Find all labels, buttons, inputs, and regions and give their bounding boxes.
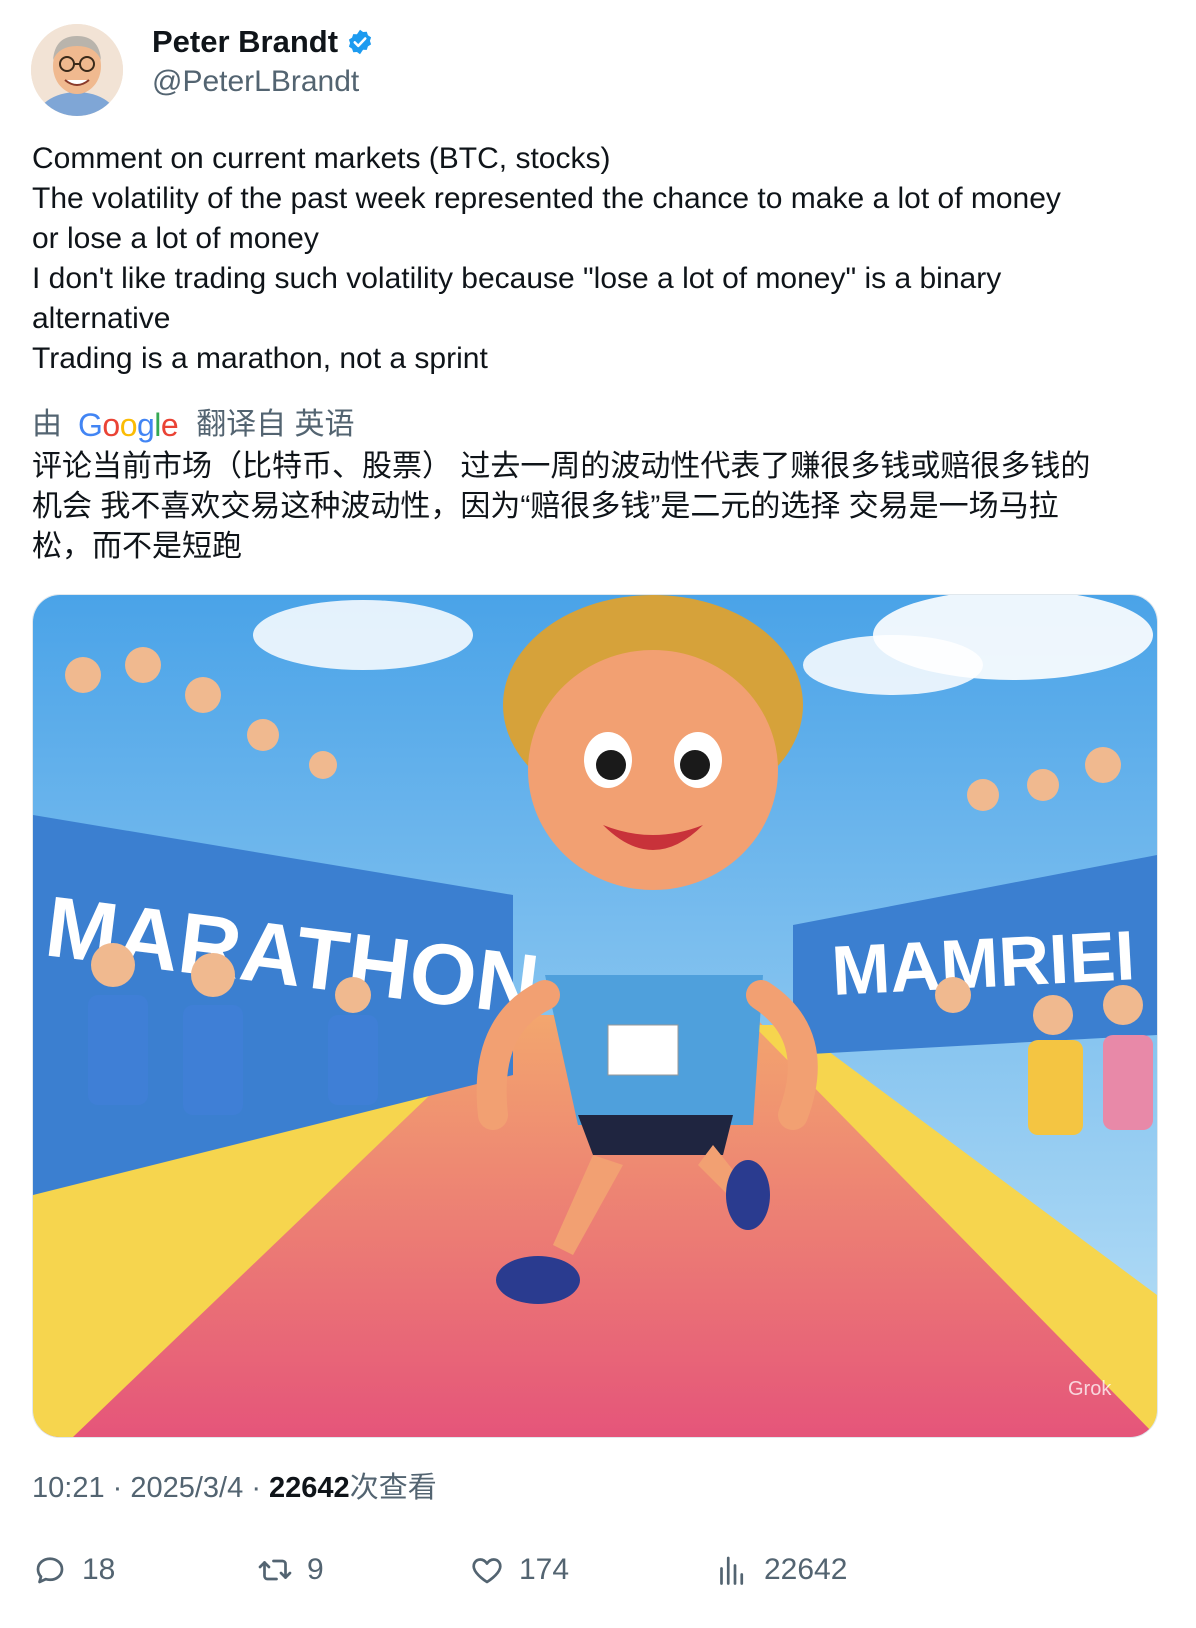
author-name[interactable]: Peter Brandt: [152, 24, 338, 60]
translated-text: 评论当前市场（比特币、股票） 过去一周的波动性代表了赚很多钱或赔很多钱的 机会 …: [32, 447, 1162, 567]
translation-suffix: 翻译自 英语: [196, 408, 355, 441]
translated-line: 机会 我不喜欢交易这种波动性，因为“赔很多钱”是二元的选择 交易是一场马拉: [32, 490, 1059, 523]
verified-badge-icon: [348, 29, 372, 55]
author-handle[interactable]: @PeterLBrandt: [152, 64, 359, 100]
repost-icon: [258, 1559, 292, 1581]
tweet-line: or lose a lot of money: [32, 222, 319, 255]
repost-button[interactable]: 9: [257, 1552, 324, 1588]
view-count: 22642: [269, 1472, 350, 1504]
tweet-actions: 18 9 174 22642: [32, 1552, 1172, 1602]
translated-line: 评论当前市场（比特币、股票） 过去一周的波动性代表了赚很多钱或赔很多钱的: [32, 450, 1091, 483]
translated-line: 松，而不是短跑: [32, 530, 242, 563]
analytics-icon: [720, 1556, 744, 1585]
tweet-line: I don't like trading such volatility bec…: [32, 262, 1002, 295]
tweet-text: Comment on current markets (BTC, stocks)…: [32, 139, 1162, 379]
meta-separator: ·: [251, 1472, 270, 1504]
tweet-line: The volatility of the past week represen…: [32, 182, 1061, 215]
tweet-meta: 10:21 · 2025/3/4 · 22642次查看: [32, 1470, 437, 1506]
grok-watermark: Grok: [1068, 1378, 1112, 1400]
like-count: 174: [519, 1553, 570, 1586]
tweet-line: Comment on current markets (BTC, stocks): [32, 142, 611, 175]
author-avatar[interactable]: [31, 24, 123, 116]
reply-count: 18: [82, 1553, 116, 1586]
translation-prefix: 由: [32, 408, 62, 441]
marathon-illustration: MARATHON MAMRIEI Grok: [33, 595, 1157, 1437]
views-count: 22642: [764, 1553, 848, 1586]
like-button[interactable]: 174: [469, 1552, 569, 1588]
repost-count: 9: [307, 1553, 324, 1586]
view-count-suffix: 次查看: [349, 1472, 437, 1504]
tweet-line: alternative: [32, 302, 171, 335]
reply-button[interactable]: 18: [32, 1552, 115, 1588]
avatar-portrait: [31, 24, 123, 116]
translation-attribution[interactable]: 由 Google 翻译自 英语: [32, 405, 355, 445]
views-button[interactable]: 22642: [714, 1552, 847, 1588]
reply-icon: [36, 1557, 64, 1584]
google-logo: Google: [78, 407, 179, 443]
tweet-time[interactable]: 10:21: [32, 1472, 105, 1504]
tweet-date[interactable]: 2025/3/4: [130, 1472, 243, 1504]
meta-separator: ·: [112, 1472, 131, 1504]
banner-right-text: MAMRIEI: [830, 916, 1137, 1010]
author-name-row: Peter Brandt: [152, 24, 374, 60]
heart-icon: [472, 1558, 502, 1584]
tweet-line: Trading is a marathon, not a sprint: [32, 342, 488, 375]
tweet-image[interactable]: MARATHON MAMRIEI Grok: [32, 594, 1158, 1438]
